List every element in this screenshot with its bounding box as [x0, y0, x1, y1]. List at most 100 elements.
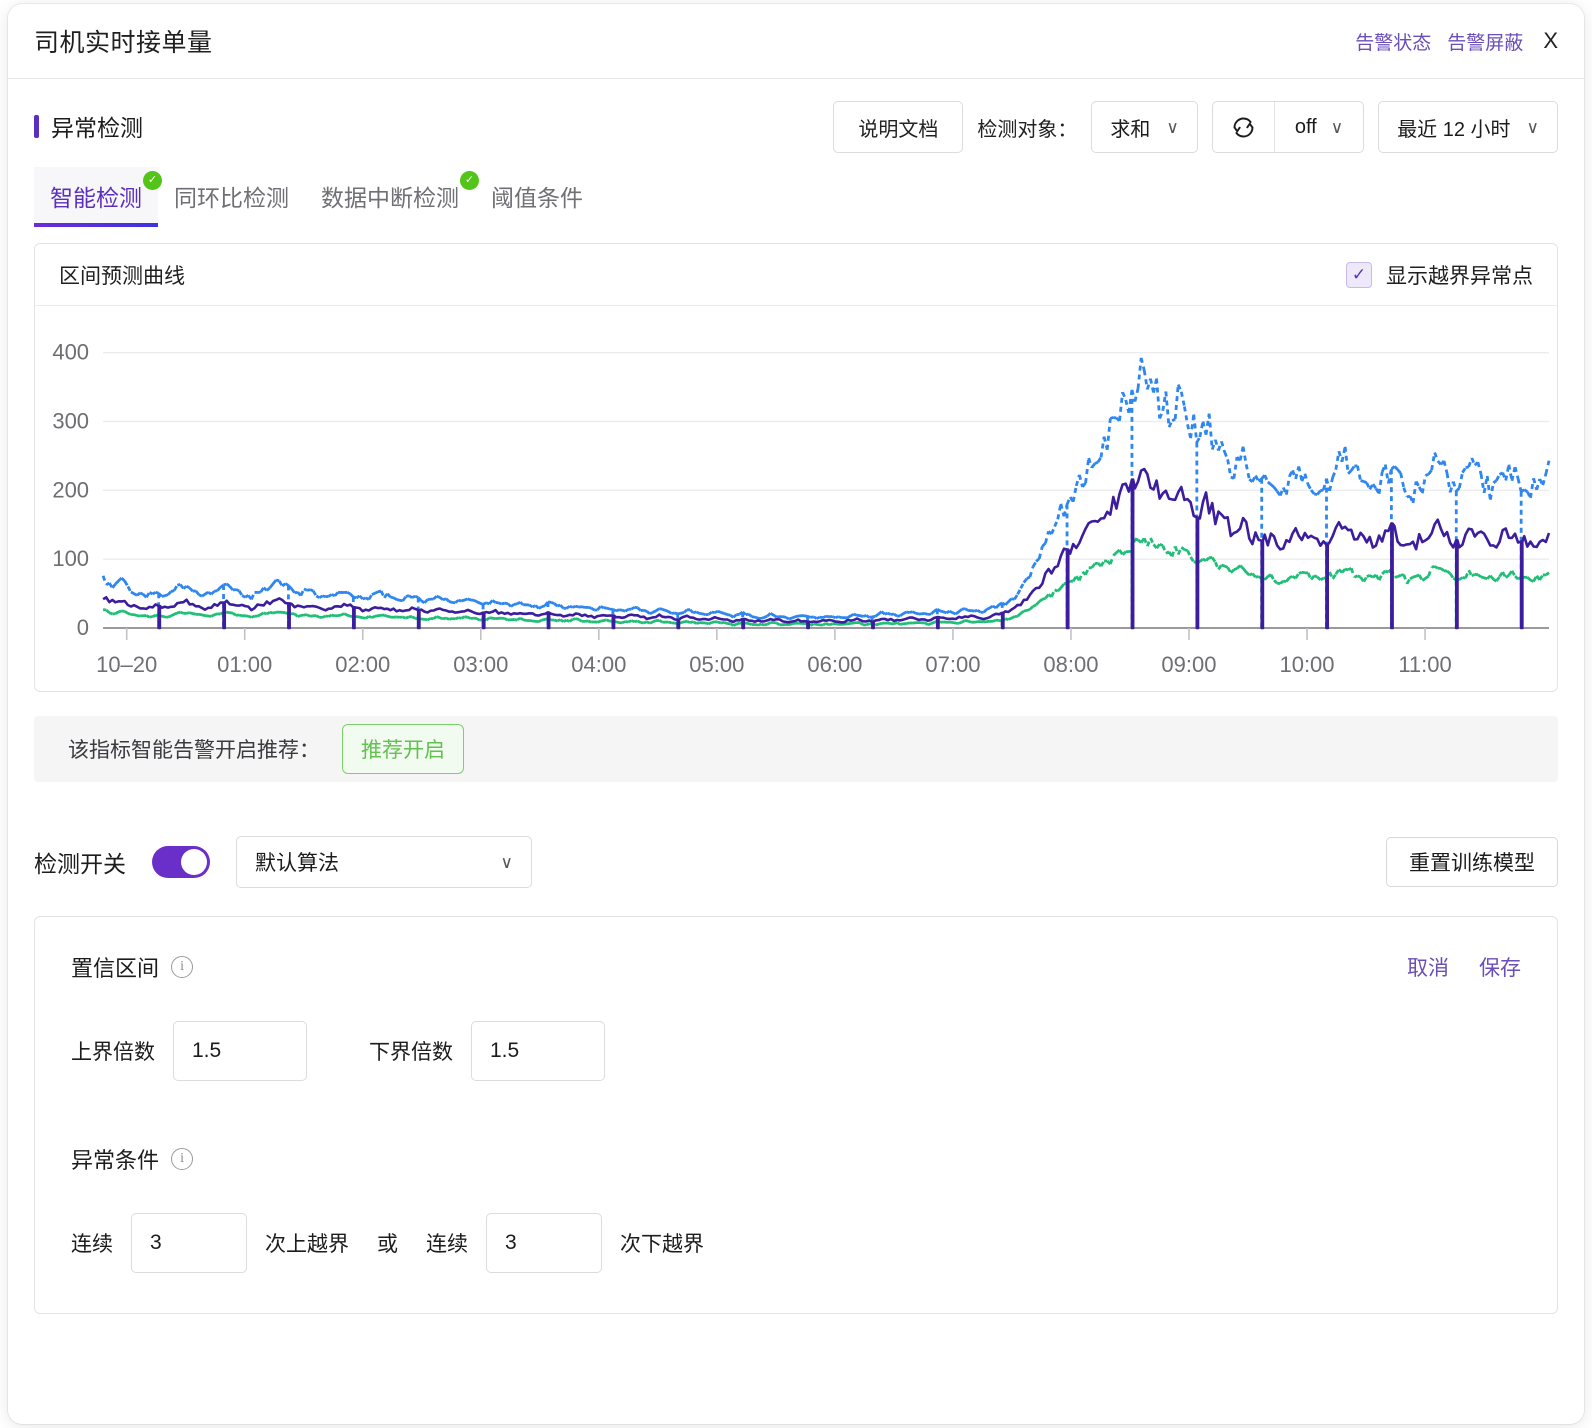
chart-plot-area: 0 100 200 300 400 10–20 01:00 02:00 03:00 04:00 0…	[35, 306, 1557, 691]
alarm-status-link[interactable]: 告警状态	[1355, 28, 1431, 55]
reset-model-button[interactable]: 重置训练模型	[1386, 837, 1558, 887]
settings-panel: 置信区间 i 取消 保存 上界倍数 下界倍数 异常条件 i	[34, 916, 1558, 1314]
section-title-group: 异常检测	[34, 101, 143, 143]
section-header: 异常检测 说明文档 检测对象： 求和 ∨ off ∨ 最近 12 小时 ∨	[8, 79, 1584, 153]
save-button[interactable]: 保存	[1479, 952, 1521, 982]
chevron-down-icon: ∨	[500, 852, 513, 872]
chevron-down-icon: ∨	[1166, 117, 1179, 137]
svg-text:11:00: 11:00	[1398, 652, 1451, 677]
detection-switch-row: 检测开关 默认算法 ∨ 重置训练模型	[8, 836, 1584, 888]
algorithm-value: 默认算法	[255, 852, 339, 875]
lower-multiplier-label: 下界倍数	[369, 1041, 453, 1064]
page-title: 司机实时接单量	[34, 29, 213, 57]
show-outliers-toggle[interactable]: ✓ 显示越界异常点	[1346, 260, 1533, 290]
detect-object-label: 检测对象：	[977, 118, 1078, 141]
chart-series	[103, 358, 1549, 628]
chart-card: 区间预测曲线 ✓ 显示越界异常点 0 100 200 300 400 10–20 01:0…	[34, 243, 1558, 692]
tab-label: 数据中断检测	[321, 185, 459, 211]
lower-breach-count-input[interactable]	[486, 1213, 602, 1273]
title-bar: 司机实时接单量 告警状态 告警屏蔽 X	[8, 4, 1584, 79]
refresh-icon[interactable]	[1213, 102, 1275, 152]
or-label: 或	[377, 1233, 398, 1256]
upper-breach-count-input[interactable]	[131, 1213, 247, 1273]
svg-text:04:00: 04:00	[571, 652, 626, 677]
confidence-title-group: 置信区间 i	[71, 951, 194, 983]
anomaly-title-group: 异常条件 i	[71, 1143, 194, 1175]
svg-text:03:00: 03:00	[453, 652, 508, 677]
lower-breach-suffix: 次下越界	[620, 1233, 704, 1256]
tab-smart-detection[interactable]: 智能检测 ✓	[34, 167, 162, 227]
title-bar-actions: 告警状态 告警屏蔽 X	[1355, 28, 1558, 55]
chart-card-header: 区间预测曲线 ✓ 显示越界异常点	[35, 244, 1557, 306]
toolbar: 说明文档 检测对象： 求和 ∨ off ∨ 最近 12 小时 ∨	[833, 101, 1558, 153]
detect-object-select[interactable]: 求和 ∨	[1091, 101, 1198, 153]
close-icon[interactable]: X	[1543, 28, 1558, 54]
grid-lines	[103, 351, 1549, 629]
svg-text:08:00: 08:00	[1043, 652, 1098, 677]
tab-data-interrupt-detection[interactable]: 数据中断检测 ✓	[305, 167, 479, 227]
detection-switch-toggle[interactable]	[152, 846, 210, 878]
detect-object-value: 求和	[1110, 118, 1151, 141]
algorithm-select[interactable]: 默认算法 ∨	[236, 836, 532, 888]
consecutive-label-1: 连续	[71, 1233, 113, 1256]
svg-text:300: 300	[52, 409, 89, 434]
tab-label: 智能检测	[50, 185, 142, 211]
lower-multiplier-input[interactable]	[471, 1021, 605, 1081]
chevron-down-icon: ∨	[1526, 117, 1539, 137]
svg-text:09:00: 09:00	[1161, 652, 1216, 677]
show-outliers-label: 显示越界异常点	[1386, 264, 1533, 288]
svg-text:10:00: 10:00	[1279, 652, 1334, 677]
svg-text:0: 0	[77, 615, 89, 640]
confidence-inputs-row: 上界倍数 下界倍数	[71, 1021, 1521, 1081]
svg-text:100: 100	[52, 546, 89, 571]
refresh-interval-value: off	[1294, 115, 1317, 138]
svg-text:10–20: 10–20	[96, 652, 157, 677]
detection-switch-label: 检测开关	[34, 851, 126, 877]
section-title: 异常检测	[51, 115, 143, 141]
svg-text:07:00: 07:00	[925, 652, 980, 677]
svg-text:200: 200	[52, 477, 89, 502]
time-range-select[interactable]: 最近 12 小时 ∨	[1378, 101, 1558, 153]
tab-bar: 智能检测 ✓ 同环比检测 数据中断检测 ✓ 阈值条件	[8, 167, 1584, 227]
tab-ratio-detection[interactable]: 同环比检测	[158, 167, 305, 227]
app-root: 司机实时接单量 告警状态 告警屏蔽 X 异常检测 说明文档 检测对象： 求和 ∨	[0, 0, 1592, 1428]
upper-multiplier-label: 上界倍数	[71, 1041, 155, 1064]
svg-text:02:00: 02:00	[335, 652, 390, 677]
recommendation-text: 该指标智能告警开启推荐：	[68, 739, 320, 762]
recommendation-bar: 该指标智能告警开启推荐： 推荐开启	[34, 716, 1558, 782]
checkbox-icon[interactable]: ✓	[1346, 261, 1372, 288]
panel-actions: 取消 保存	[1407, 952, 1521, 982]
chart-title: 区间预测曲线	[59, 264, 185, 288]
info-icon[interactable]: i	[171, 1148, 194, 1170]
refresh-group: off ∨	[1211, 101, 1365, 153]
alarm-mute-link[interactable]: 告警屏蔽	[1447, 28, 1523, 55]
tab-threshold-condition[interactable]: 阈值条件	[475, 167, 599, 227]
info-icon[interactable]: i	[171, 956, 194, 978]
tab-label: 阈值条件	[491, 185, 583, 211]
recommendation-chip[interactable]: 推荐开启	[342, 724, 464, 774]
consecutive-label-2: 连续	[426, 1233, 468, 1256]
svg-text:400: 400	[52, 340, 89, 365]
dialog-window: 司机实时接单量 告警状态 告警屏蔽 X 异常检测 说明文档 检测对象： 求和 ∨	[8, 4, 1584, 1424]
upper-breach-suffix: 次上越界	[265, 1233, 349, 1256]
anomaly-title: 异常条件	[71, 1148, 160, 1173]
svg-text:05:00: 05:00	[689, 652, 744, 677]
confidence-header: 置信区间 i 取消 保存	[71, 951, 1521, 983]
y-axis-ticks: 0 100 200 300 400	[52, 340, 89, 640]
confidence-title: 置信区间	[71, 956, 160, 981]
anomaly-header: 异常条件 i	[71, 1143, 1521, 1175]
chevron-down-icon: ∨	[1330, 117, 1344, 137]
time-range-value: 最近 12 小时	[1397, 118, 1511, 141]
interval-prediction-chart: 0 100 200 300 400 10–20 01:00 02:00 03:00 04:00 0…	[52, 340, 1557, 677]
svg-text:01:00: 01:00	[217, 652, 272, 677]
x-axis-ticks: 10–20 01:00 02:00 03:00 04:00 05:00 06:00 07:00…	[96, 628, 1452, 677]
doc-button[interactable]: 说明文档	[833, 101, 964, 153]
anomaly-inputs-row: 连续 次上越界 或 连续 次下越界	[71, 1213, 1521, 1273]
toggle-knob-icon	[181, 849, 207, 875]
svg-text:06:00: 06:00	[807, 652, 862, 677]
tab-label: 同环比检测	[174, 185, 289, 211]
upper-multiplier-input[interactable]	[173, 1021, 307, 1081]
refresh-interval-select[interactable]: off ∨	[1275, 102, 1363, 152]
accent-bar-icon	[34, 114, 39, 138]
cancel-button[interactable]: 取消	[1407, 952, 1449, 982]
